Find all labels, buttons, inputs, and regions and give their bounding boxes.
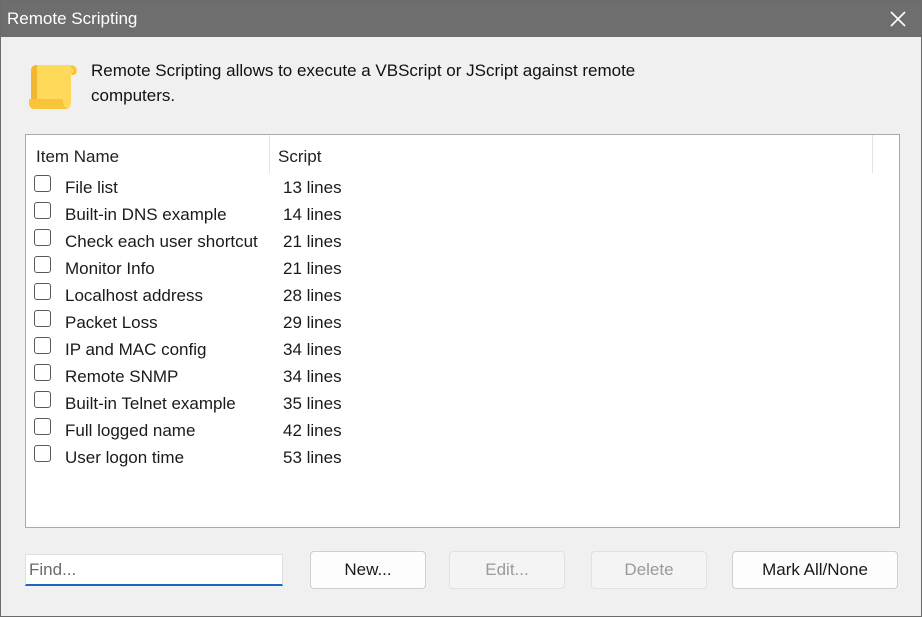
list-item[interactable]: Check each user shortcut 21 lines — [26, 227, 874, 254]
column-separator[interactable] — [269, 135, 270, 173]
column-separator[interactable] — [872, 135, 873, 173]
item-script-lines: 13 lines — [283, 178, 342, 197]
list-item[interactable]: File list 13 lines — [26, 173, 874, 200]
header-description: Remote Scripting allows to execute a VBS… — [91, 61, 636, 105]
item-name: IP and MAC config — [65, 340, 207, 359]
list-item[interactable]: Remote SNMP 34 lines — [26, 362, 874, 389]
new-button[interactable]: New... — [310, 551, 426, 589]
item-checkbox[interactable] — [34, 337, 51, 354]
column-header-item-name[interactable]: Item Name — [36, 147, 119, 167]
window-title: Remote Scripting — [7, 9, 138, 28]
list-item[interactable]: Full logged name 42 lines — [26, 416, 874, 443]
item-script-lines: 34 lines — [283, 340, 342, 359]
item-script-lines: 28 lines — [283, 286, 342, 305]
remote-scripting-dialog: Remote Scripting Remote Scripting allows… — [0, 0, 922, 617]
item-checkbox[interactable] — [34, 202, 51, 219]
item-name: Full logged name — [65, 421, 196, 440]
item-script-lines: 21 lines — [283, 232, 342, 251]
item-script-lines: 53 lines — [283, 448, 342, 467]
item-script-lines: 34 lines — [283, 367, 342, 386]
delete-button[interactable]: Delete — [591, 551, 707, 589]
item-checkbox[interactable] — [34, 229, 51, 246]
item-name: File list — [65, 178, 118, 197]
item-checkbox[interactable] — [34, 445, 51, 462]
list-item[interactable]: User logon time 53 lines — [26, 443, 874, 470]
item-name: Remote SNMP — [65, 367, 179, 386]
close-icon — [890, 11, 906, 27]
script-list[interactable]: Item Name Script File list 13 lines Buil… — [25, 134, 900, 528]
item-name: Check each user shortcut — [65, 232, 258, 251]
list-item[interactable]: Packet Loss 29 lines — [26, 308, 874, 335]
item-checkbox[interactable] — [34, 391, 51, 408]
close-button[interactable] — [875, 1, 921, 37]
title-bar[interactable]: Remote Scripting — [1, 1, 921, 37]
edit-button[interactable]: Edit... — [449, 551, 565, 589]
item-script-lines: 21 lines — [283, 259, 342, 278]
item-name: Built-in Telnet example — [65, 394, 236, 413]
item-checkbox[interactable] — [34, 175, 51, 192]
list-rows: File list 13 lines Built-in DNS example … — [26, 173, 874, 470]
item-checkbox[interactable] — [34, 310, 51, 327]
item-name: Localhost address — [65, 286, 203, 305]
list-item[interactable]: Localhost address 28 lines — [26, 281, 874, 308]
item-name: User logon time — [65, 448, 185, 467]
item-name: Monitor Info — [65, 259, 155, 278]
item-script-lines: 42 lines — [283, 421, 342, 440]
mark-all-none-button[interactable]: Mark All/None — [732, 551, 898, 589]
list-item[interactable]: Built-in DNS example 14 lines — [26, 200, 874, 227]
item-checkbox[interactable] — [34, 418, 51, 435]
item-script-lines: 14 lines — [283, 205, 342, 224]
item-checkbox[interactable] — [34, 364, 51, 381]
item-script-lines: 35 lines — [283, 394, 342, 413]
list-item[interactable]: IP and MAC config 34 lines — [26, 335, 874, 362]
column-header-script[interactable]: Script — [278, 147, 321, 167]
list-item[interactable]: Monitor Info 21 lines — [26, 254, 874, 281]
find-input[interactable] — [25, 554, 283, 586]
item-checkbox[interactable] — [34, 283, 51, 300]
list-header: Item Name Script — [26, 135, 874, 173]
item-name: Packet Loss — [65, 313, 158, 332]
scroll-icon — [27, 59, 79, 111]
item-checkbox[interactable] — [34, 256, 51, 273]
list-item[interactable]: Built-in Telnet example 35 lines — [26, 389, 874, 416]
item-name: Built-in DNS example — [65, 205, 227, 224]
item-script-lines: 29 lines — [283, 313, 342, 332]
